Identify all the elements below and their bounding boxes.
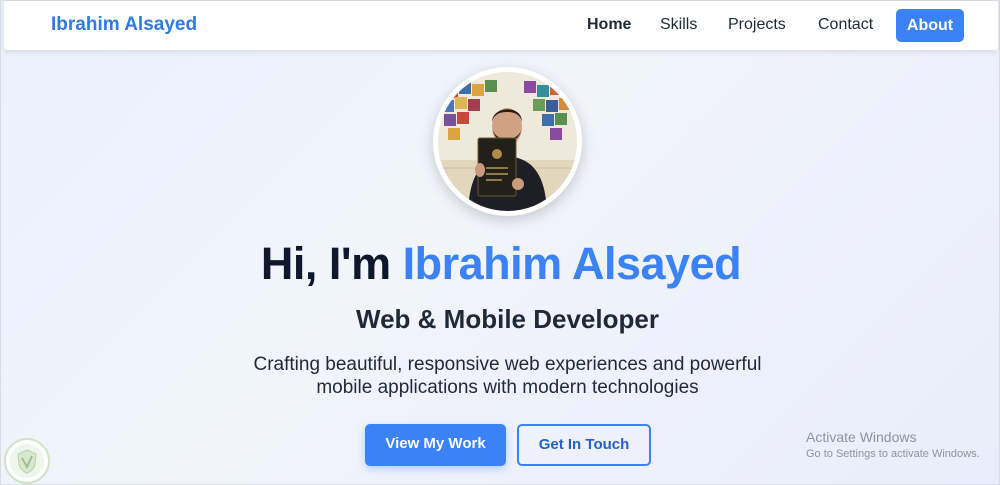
shield-icon[interactable] [4, 438, 50, 484]
hero-greeting: Hi, I'm [260, 238, 403, 289]
hero-name: Ibrahim Alsayed [402, 238, 742, 289]
activate-windows-watermark: Activate Windows Go to Settings to activ… [806, 429, 980, 462]
nav-link-contact[interactable]: Contact [818, 16, 873, 34]
about-button[interactable]: About [896, 9, 964, 42]
navbar: Ibrahim Alsayed Home Skills Projects Con… [4, 1, 998, 50]
hero-subtitle: Web & Mobile Developer [356, 304, 659, 334]
hero-title: Hi, I'm Ibrahim Alsayed [1, 238, 1000, 290]
hero-description: Crafting beautiful, responsive web exper… [253, 354, 762, 398]
view-my-work-button[interactable]: View My Work [365, 424, 506, 466]
profile-avatar [433, 67, 582, 216]
get-in-touch-button[interactable]: Get In Touch [517, 424, 651, 466]
activate-windows-title: Activate Windows [806, 429, 917, 445]
page: Ibrahim Alsayed Home Skills Projects Con… [0, 0, 1000, 485]
nav-link-projects[interactable]: Projects [728, 16, 786, 34]
activate-windows-subtitle: Go to Settings to activate Windows. [806, 448, 980, 460]
nav-link-skills[interactable]: Skills [660, 16, 697, 34]
brand-logo[interactable]: Ibrahim Alsayed [51, 14, 197, 36]
nav-link-home[interactable]: Home [587, 16, 631, 34]
